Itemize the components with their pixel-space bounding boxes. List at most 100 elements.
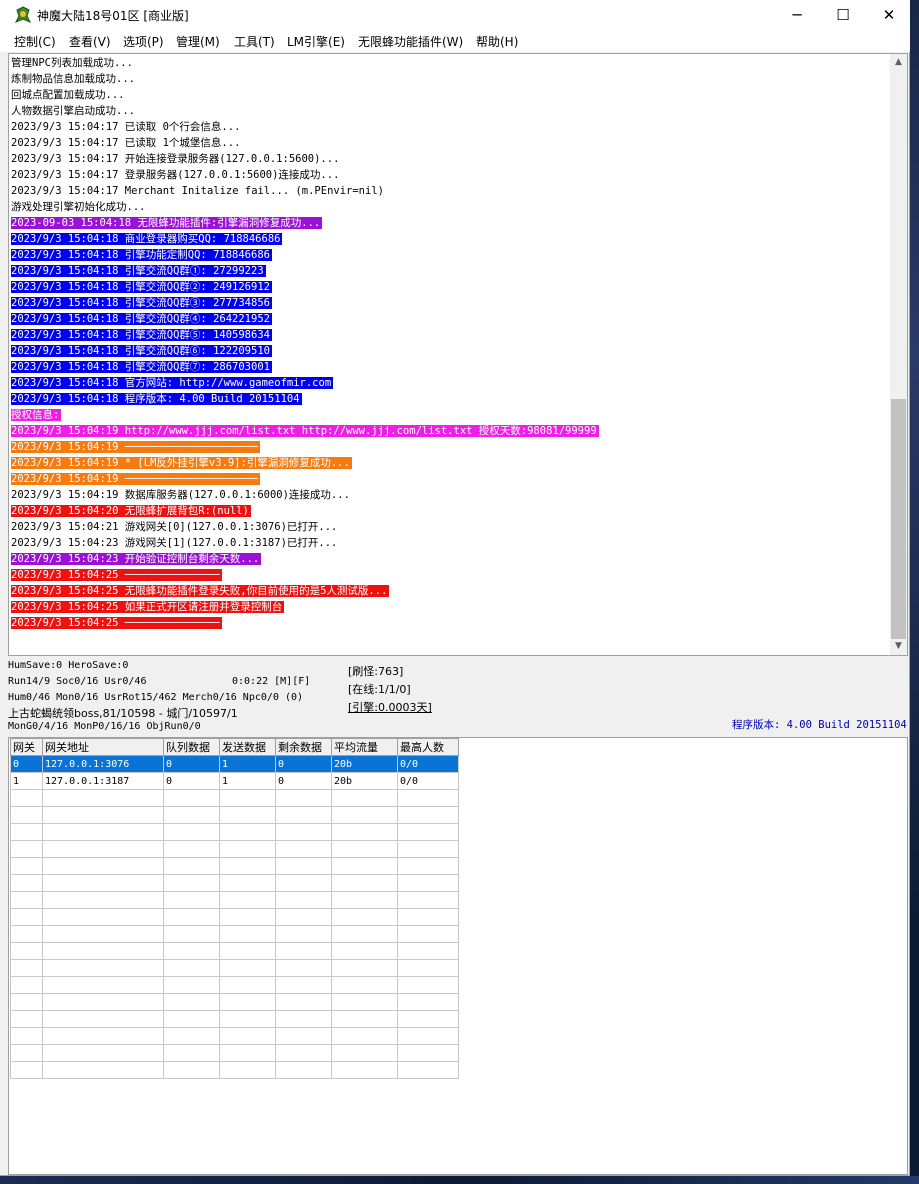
scroll-thumb[interactable]: [891, 399, 906, 639]
table-cell: [10, 959, 43, 977]
table-row[interactable]: 0 127.0.0.1:3076 0 1 0 20b 0/0: [10, 755, 459, 773]
log-line: 2023/9/3 15:04:25 ───────────────: [11, 567, 599, 583]
table-cell: [397, 806, 459, 824]
log-line-text: 2023-09-03 15:04:18 无限蜂功能插件:引擎漏洞修复成功...: [11, 217, 323, 229]
scroll-up-icon[interactable]: ▲: [890, 54, 907, 71]
close-button[interactable]: ✕: [866, 0, 912, 30]
log-line: 2023/9/3 15:04:17 已读取 0个行会信息...: [11, 119, 599, 135]
log-line: 2023/9/3 15:04:19 ─────────────────────: [11, 471, 599, 487]
table-row[interactable]: [10, 908, 459, 926]
table-cell: [10, 976, 43, 994]
table-cell: [331, 993, 398, 1011]
menu-lm-engine[interactable]: LM引擎(E): [287, 33, 345, 50]
log-line-text: 2023/9/3 15:04:19 * [LM反外挂引擎v3.9]:引擎漏洞修复…: [11, 457, 352, 469]
log-line: 2023/9/3 15:04:17 开始连接登录服务器(127.0.0.1:56…: [11, 151, 599, 167]
table-cell: [275, 874, 332, 892]
table-row[interactable]: [10, 1044, 459, 1062]
menu-view[interactable]: 查看(V): [69, 33, 111, 50]
table-cell: [163, 993, 220, 1011]
desktop-background-bottom: [0, 1176, 919, 1184]
table-row[interactable]: [10, 874, 459, 892]
scroll-down-icon[interactable]: ▼: [890, 638, 907, 655]
table-cell: [42, 1044, 164, 1062]
table-cell: [275, 789, 332, 807]
table-cell: [10, 891, 43, 909]
table-row[interactable]: [10, 789, 459, 807]
table-cell: 0: [275, 755, 332, 773]
log-line-text: 2023/9/3 15:04:20 无限蜂扩展背包R:(null): [11, 505, 251, 517]
table-cell: [219, 874, 276, 892]
table-cell: [397, 993, 459, 1011]
table-cell: [163, 891, 220, 909]
title-bar[interactable]: 神魔大陆18号01区 [商业版] ─ ☐ ✕: [0, 0, 910, 30]
menu-manage[interactable]: 管理(M): [176, 33, 220, 50]
log-line: 2023/9/3 15:04:18 引擎交流QQ群④: 264221952: [11, 311, 599, 327]
column-header[interactable]: 队列数据: [163, 738, 220, 756]
main-window: 神魔大陆18号01区 [商业版] ─ ☐ ✕ 控制(C) 查看(V) 选项(P)…: [0, 0, 910, 1176]
table-cell: [42, 857, 164, 875]
log-lines: 管理NPC列表加载成功... 炼制物品信息加载成功... 回城点配置加载成功... 人…: [11, 55, 599, 631]
table-row[interactable]: [10, 857, 459, 875]
table-row[interactable]: [10, 806, 459, 824]
log-line-text: 2023/9/3 15:04:19 http://www.jjj.com/lis…: [11, 425, 599, 437]
table-cell: [42, 823, 164, 841]
column-header[interactable]: 发送数据: [219, 738, 276, 756]
table-cell: [275, 1044, 332, 1062]
maximize-button[interactable]: ☐: [820, 0, 866, 30]
table-cell: [331, 908, 398, 926]
table-cell: [331, 874, 398, 892]
column-header[interactable]: 剩余数据: [275, 738, 332, 756]
column-header[interactable]: 网关: [10, 738, 43, 756]
minimize-button[interactable]: ─: [774, 0, 820, 30]
table-row[interactable]: [10, 1027, 459, 1045]
table-row[interactable]: [10, 840, 459, 858]
app-icon: [14, 6, 32, 23]
table-cell: [219, 1061, 276, 1079]
table-cell: 20b: [331, 772, 398, 790]
log-line: 回城点配置加载成功...: [11, 87, 599, 103]
log-line: 2023-09-03 15:04:18 无限蜂功能插件:引擎漏洞修复成功...: [11, 215, 599, 231]
log-line: 2023/9/3 15:04:17 登录服务器(127.0.0.1:5600)连…: [11, 167, 599, 183]
log-line-text: 2023/9/3 15:04:17 开始连接登录服务器(127.0.0.1:56…: [11, 153, 340, 165]
menu-help[interactable]: 帮助(H): [476, 33, 518, 50]
table-row[interactable]: [10, 925, 459, 943]
table-row[interactable]: [10, 942, 459, 960]
log-line-text: 2023/9/3 15:04:17 Merchant Initalize fai…: [11, 185, 384, 197]
menu-control[interactable]: 控制(C): [14, 33, 56, 50]
table-row[interactable]: [10, 1010, 459, 1028]
menu-options[interactable]: 选项(P): [123, 33, 164, 50]
table-row[interactable]: [10, 1061, 459, 1079]
log-line-text: 2023/9/3 15:04:18 引擎交流QQ群②: 249126912: [11, 281, 272, 293]
column-header[interactable]: 网关地址: [42, 738, 164, 756]
table-row[interactable]: [10, 891, 459, 909]
table-cell: [42, 840, 164, 858]
menu-tools[interactable]: 工具(T): [234, 33, 275, 50]
log-line: 2023/9/3 15:04:18 商业登录器购买QQ: 718846686: [11, 231, 599, 247]
table-row[interactable]: 1 127.0.0.1:3187 0 1 0 20b 0/0: [10, 772, 459, 790]
table-row[interactable]: [10, 823, 459, 841]
log-panel[interactable]: 管理NPC列表加载成功... 炼制物品信息加载成功... 回城点配置加载成功... 人…: [8, 53, 908, 656]
column-header[interactable]: 平均流量: [331, 738, 398, 756]
log-line-text: 回城点配置加载成功...: [11, 89, 125, 101]
table-cell: 1: [219, 772, 276, 790]
table-cell: 0: [275, 772, 332, 790]
gateway-table[interactable]: 网关 网关地址 队列数据 发送数据 剩余数据 平均流量 最高人数 0 127.0.0.1:30…: [10, 738, 459, 1079]
table-cell: [219, 1044, 276, 1062]
menu-plugin[interactable]: 无限蜂功能插件(W): [358, 33, 463, 50]
table-cell: 1: [219, 755, 276, 773]
table-cell: [10, 1027, 43, 1045]
table-cell: [275, 1061, 332, 1079]
table-cell: [397, 857, 459, 875]
column-header[interactable]: 最高人数: [397, 738, 459, 756]
status-engine-days[interactable]: [引擎:0.0003天]: [348, 699, 432, 715]
table-cell: [219, 806, 276, 824]
table-cell: [163, 806, 220, 824]
log-line: 管理NPC列表加载成功...: [11, 55, 599, 71]
table-cell: [10, 857, 43, 875]
table-cell: [163, 925, 220, 943]
log-scrollbar[interactable]: ▲ ▼: [890, 54, 907, 655]
table-row[interactable]: [10, 993, 459, 1011]
table-row[interactable]: [10, 976, 459, 994]
table-row[interactable]: [10, 959, 459, 977]
table-cell: [163, 823, 220, 841]
